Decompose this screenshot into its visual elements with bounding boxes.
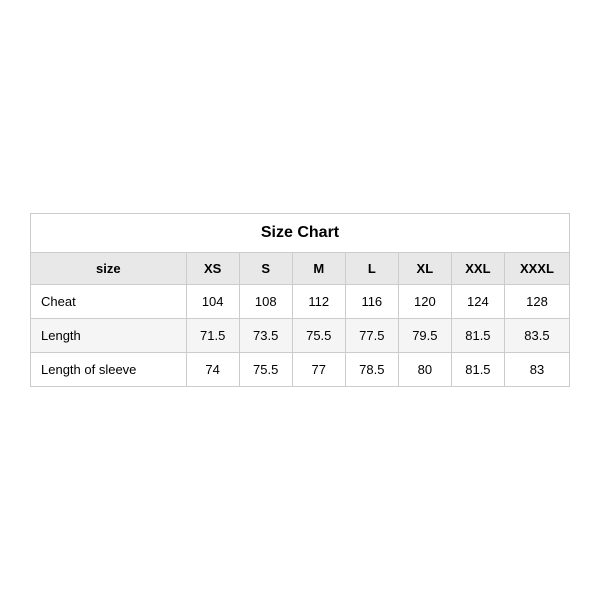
cell-value: 116 [345,285,398,319]
cell-value: 77.5 [345,319,398,353]
cell-value: 124 [451,285,504,319]
column-header-l: L [345,253,398,285]
cell-value: 83.5 [504,319,569,353]
column-header-xl: XL [398,253,451,285]
cell-value: 81.5 [451,319,504,353]
table-row: Cheat104108112116120124128 [31,285,570,319]
row-label: Length [31,319,187,353]
cell-value: 120 [398,285,451,319]
column-header-xs: XS [186,253,239,285]
table-row: Length of sleeve7475.57778.58081.583 [31,353,570,387]
cell-value: 78.5 [345,353,398,387]
row-label: Length of sleeve [31,353,187,387]
cell-value: 79.5 [398,319,451,353]
row-label: Cheat [31,285,187,319]
column-header-xxxl: XXXL [504,253,569,285]
size-chart-container: Size Chart sizeXSSMLXLXXLXXXL Cheat10410… [30,213,570,387]
cell-value: 77 [292,353,345,387]
cell-value: 73.5 [239,319,292,353]
cell-value: 108 [239,285,292,319]
cell-value: 128 [504,285,569,319]
cell-value: 104 [186,285,239,319]
cell-value: 83 [504,353,569,387]
cell-value: 71.5 [186,319,239,353]
column-header-xxl: XXL [451,253,504,285]
column-header-m: M [292,253,345,285]
title-row: Size Chart [31,214,570,253]
cell-value: 75.5 [239,353,292,387]
cell-value: 80 [398,353,451,387]
size-chart-table: Size Chart sizeXSSMLXLXXLXXXL Cheat10410… [30,213,570,387]
table-title: Size Chart [31,214,570,253]
header-row: sizeXSSMLXLXXLXXXL [31,253,570,285]
cell-value: 81.5 [451,353,504,387]
cell-value: 74 [186,353,239,387]
cell-value: 75.5 [292,319,345,353]
column-header-size: size [31,253,187,285]
column-header-s: S [239,253,292,285]
cell-value: 112 [292,285,345,319]
table-row: Length71.573.575.577.579.581.583.5 [31,319,570,353]
